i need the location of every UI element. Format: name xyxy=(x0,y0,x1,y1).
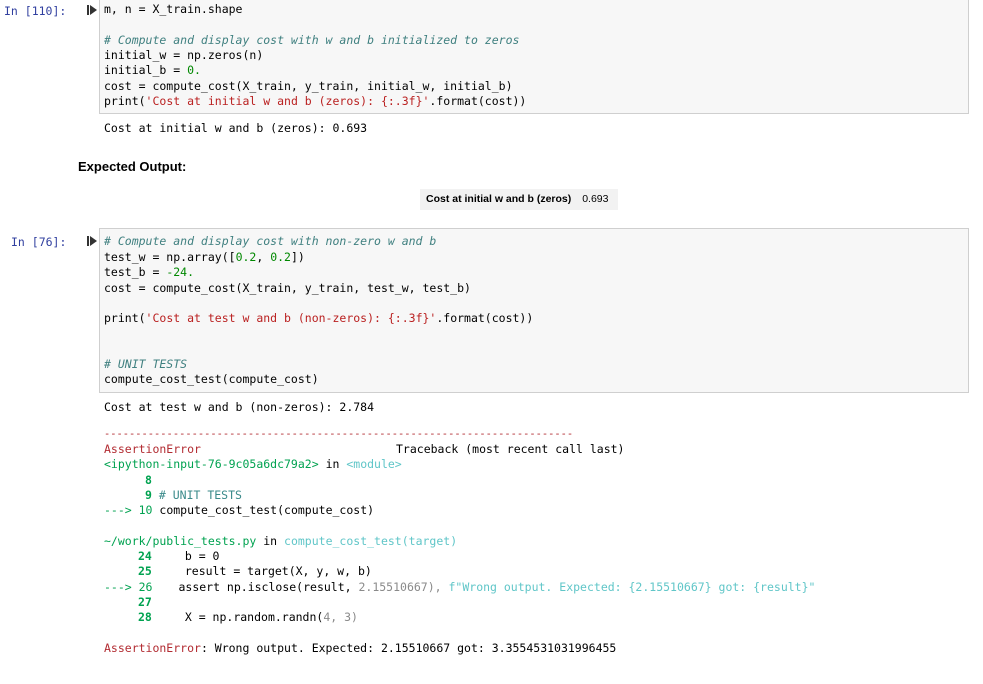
expected-output-heading: Expected Output: xyxy=(78,159,187,174)
code-number: 0. xyxy=(187,63,201,77)
code-text: X = np.random.randn( xyxy=(184,610,324,624)
code-line: cost = compute_cost(X_train, y_train, te… xyxy=(104,281,471,295)
line-number: 25 xyxy=(138,564,152,578)
assertion-error-message: AssertionError: Wrong output. Expected: … xyxy=(104,641,616,656)
frame-function: compute_cost_test(target) xyxy=(284,534,458,548)
line-number: 27 xyxy=(138,595,152,609)
traceback-line: 28 X = np.random.randn(4, 3) xyxy=(138,610,358,625)
code-string: 'Cost at test w and b (non-zeros): {:.3f… xyxy=(145,311,437,325)
code-number: 0.2 xyxy=(235,250,257,264)
code-text: .format(cost)) xyxy=(429,94,527,108)
expected-value: 0.693 xyxy=(582,193,609,205)
error-arrow: ---> 26 xyxy=(104,580,153,594)
code-number: 4, 3) xyxy=(323,610,358,624)
code-text: .format(cost)) xyxy=(436,311,534,325)
traceback-line: 24 b = 0 xyxy=(138,549,219,564)
cell-110-prompt: In [110]: xyxy=(4,4,67,18)
expected-label: Cost at initial w and b (zeros) xyxy=(426,193,572,205)
run-cell-icon[interactable] xyxy=(86,234,98,248)
code-number: 0.2 xyxy=(270,250,291,264)
error-name: AssertionError xyxy=(104,641,201,655)
code-text: test_b = xyxy=(104,265,167,279)
traceback-dashes: ----------------------------------------… xyxy=(104,428,574,440)
error-message: : Wrong output. Expected: 2.15510667 got… xyxy=(200,641,617,655)
code-comment: # UNIT TESTS xyxy=(158,488,242,502)
frame-file: ~/work/public_tests.py xyxy=(104,534,257,548)
code-line: compute_cost_test(compute_cost) xyxy=(104,372,319,386)
code-line: test_w = np.array([0.2, 0.2]) xyxy=(104,250,305,264)
frame-in: in xyxy=(256,534,285,548)
cell-76-output: Cost at test w and b (non-zeros): 2.784 xyxy=(104,400,375,414)
frame-function: <module> xyxy=(346,457,402,471)
code-number: -24. xyxy=(166,265,195,279)
traceback-line: ---> 10 compute_cost_test(compute_cost) xyxy=(104,503,374,518)
code-comment: # Compute and display cost with non-zero… xyxy=(104,234,437,248)
line-number: 28 xyxy=(138,610,152,624)
code-line: print('Cost at initial w and b (zeros): … xyxy=(104,94,526,109)
code-string: f"Wrong output. Expected: {2.15510667} g… xyxy=(448,580,816,594)
error-name: AssertionError xyxy=(104,442,201,456)
frame-file: <ipython-input-76-9c05a6dc79a2> xyxy=(104,457,319,471)
traceback-line: 9 # UNIT TESTS xyxy=(145,488,242,503)
code-line: m, n = X_train.shape xyxy=(104,2,243,16)
code-line: initial_b = 0. xyxy=(104,63,201,78)
code-text: compute_cost_test(compute_cost) xyxy=(159,503,375,517)
frame-in: in xyxy=(318,457,347,471)
expected-output-table: Cost at initial w and b (zeros) 0.693 xyxy=(420,189,618,210)
traceback-frame-2: ~/work/public_tests.py in compute_cost_t… xyxy=(104,534,457,549)
traceback-line: ---> 26 assert np.isclose(result, 2.15510… xyxy=(104,580,815,595)
code-line: test_b = -24. xyxy=(104,265,194,280)
code-number: 2.15510667), xyxy=(358,580,449,594)
code-comment: # Compute and display cost with w and b … xyxy=(104,33,520,47)
code-comment: # UNIT TESTS xyxy=(104,357,188,371)
code-text: initial_b = xyxy=(104,63,188,77)
cell-76-prompt: In [76]: xyxy=(11,235,67,249)
code-line: print('Cost at test w and b (non-zeros):… xyxy=(104,311,533,326)
traceback-frame-1: <ipython-input-76-9c05a6dc79a2> in <modu… xyxy=(104,457,402,472)
line-number: 8 xyxy=(145,473,152,487)
code-line: initial_w = np.zeros(n) xyxy=(104,48,264,62)
cell-110-output: Cost at initial w and b (zeros): 0.693 xyxy=(104,121,368,135)
code-string: 'Cost at initial w and b (zeros): {:.3f}… xyxy=(145,94,430,108)
code-text: assert np.isclose(result, xyxy=(178,580,359,594)
traceback-label: Traceback (most recent call last) xyxy=(396,442,625,456)
code-line: cost = compute_cost(X_train, y_train, in… xyxy=(104,79,513,93)
code-text: print( xyxy=(104,311,146,325)
code-text: print( xyxy=(104,94,146,108)
run-cell-icon[interactable] xyxy=(86,3,98,17)
line-number: 9 xyxy=(145,488,152,502)
line-number: 24 xyxy=(138,549,152,563)
error-arrow: ---> 10 xyxy=(104,503,153,517)
traceback-line: 25 result = target(X, y, w, b) xyxy=(138,564,372,579)
code-text: b = 0 xyxy=(184,549,220,563)
code-text: result = target(X, y, w, b) xyxy=(184,564,372,578)
